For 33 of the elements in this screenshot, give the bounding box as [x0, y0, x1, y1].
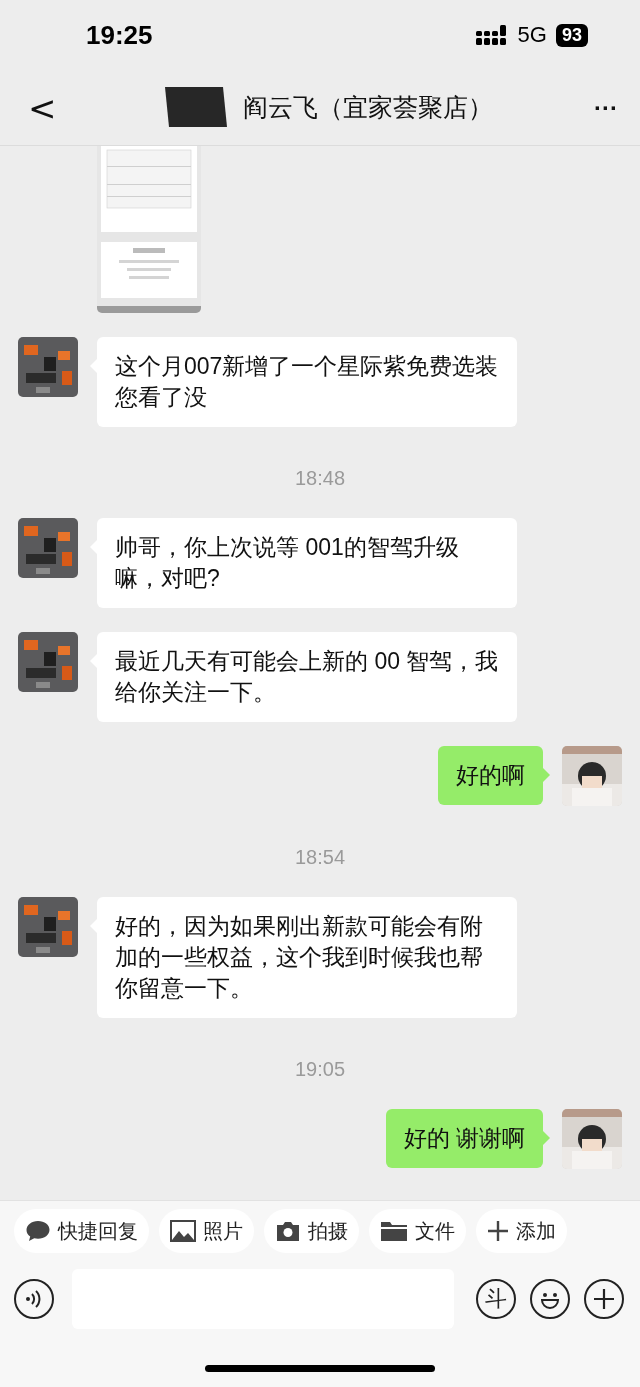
message-bubble: 好的 谢谢啊	[385, 1109, 543, 1168]
plus-icon	[487, 1220, 509, 1242]
quick-action-button[interactable]: 添加	[476, 1209, 567, 1253]
message-bubble: 最近几天有可能会上新的 00 智驾，我给你关注一下。	[97, 632, 517, 722]
timestamp: 19:05	[294, 1058, 346, 1080]
network-label: 5G	[517, 22, 547, 48]
sticker-button[interactable]: 斗	[476, 1279, 516, 1319]
bubble-tail	[543, 768, 550, 782]
message-bubble: 帅哥，你上次说等 001的智驾升级嘛，对吧?	[97, 518, 517, 608]
message-bubble: 好的，因为如果刚出新款可能会有附加的一些权益，这个我到时候我也帮你留意一下。	[97, 897, 517, 1018]
camera-icon	[275, 1220, 301, 1242]
more-button[interactable]: ···	[590, 93, 622, 122]
quick-action-button[interactable]: 照片	[159, 1209, 254, 1253]
speech-bubble-icon	[25, 1219, 51, 1243]
timestamp: 18:48	[294, 467, 346, 489]
quick-action-button[interactable]: 快捷回复	[14, 1209, 149, 1253]
chat-title: 阎云飞（宜家荟聚店）	[243, 92, 494, 123]
message-bubble: 好的啊	[438, 746, 543, 805]
message-bubble: 这个月007新增了一个星际紫免费选装您看了没	[97, 337, 517, 427]
signal-icon	[474, 24, 509, 46]
bubble-tail	[543, 1131, 550, 1145]
folder-icon	[380, 1220, 408, 1242]
timestamp: 18:54	[294, 846, 346, 868]
add-button[interactable]	[584, 1279, 624, 1319]
image-icon	[170, 1220, 196, 1242]
clock: 19:25	[86, 19, 153, 51]
battery-level: 93	[555, 23, 588, 47]
voice-button[interactable]	[14, 1279, 54, 1319]
emoji-button[interactable]	[530, 1279, 570, 1319]
plus-icon	[593, 1288, 615, 1310]
back-button[interactable]: <	[22, 87, 63, 128]
quick-action-button[interactable]: 文件	[369, 1209, 466, 1253]
quick-action-button[interactable]: 拍摄	[264, 1209, 359, 1253]
